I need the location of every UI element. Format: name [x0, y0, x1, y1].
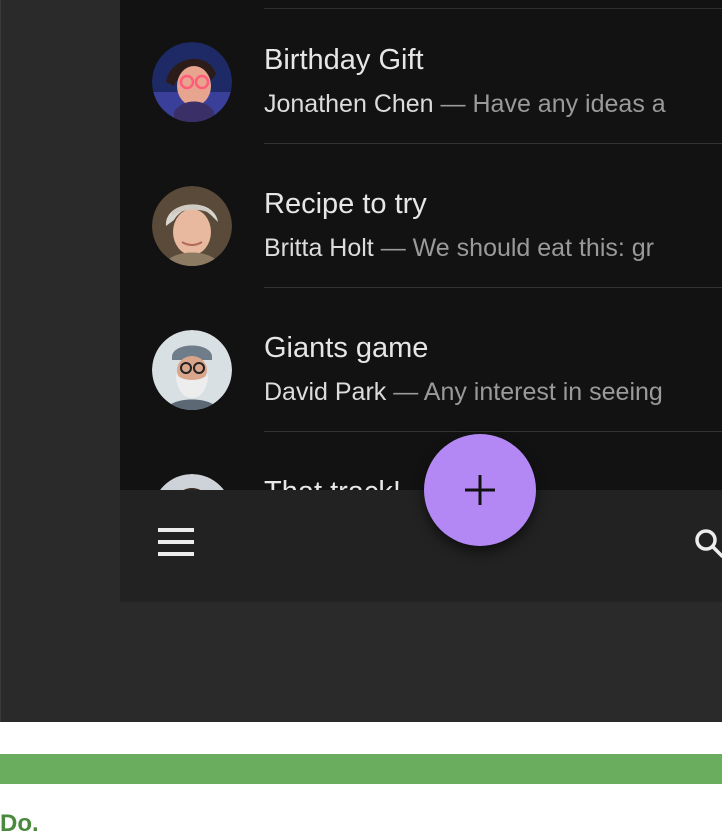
message-item[interactable]: Recipe to try Britta Holt — We should ea… — [120, 144, 722, 288]
message-list[interactable]: Birthday Gift Jonathen Chen — Have any i… — [120, 0, 722, 490]
avatar — [152, 42, 232, 122]
message-meta: Jonathen Chen — Have any ideas a — [264, 90, 666, 119]
plus-icon — [465, 475, 495, 505]
bottom-app-bar — [120, 490, 722, 602]
message-meta: Britta Holt — We should eat this: gr — [264, 234, 654, 263]
message-subject: Recipe to try — [264, 188, 427, 220]
message-sender: Jonathen Chen — [264, 90, 434, 118]
person-with-glasses-avatar — [152, 42, 232, 122]
compose-fab[interactable] — [424, 434, 536, 546]
search-icon[interactable] — [694, 528, 722, 558]
avatar — [152, 186, 232, 266]
message-sender: Britta Holt — [264, 234, 374, 262]
message-subject: Giants game — [264, 332, 429, 364]
example-frame: Birthday Gift Jonathen Chen — Have any i… — [0, 0, 722, 722]
woman-short-gray-hair-avatar — [152, 186, 232, 266]
guideline-status-bar — [0, 754, 722, 784]
message-preview: — We should eat this: gr — [380, 234, 654, 262]
person-partial-avatar — [160, 474, 224, 490]
avatar — [152, 474, 232, 490]
frame-edge — [0, 0, 1, 722]
bearded-man-cap-avatar — [152, 330, 232, 410]
message-subject: Birthday Gift — [264, 44, 424, 76]
message-sender: David Park — [264, 378, 387, 406]
message-item[interactable]: That track! — [120, 432, 722, 490]
avatar — [152, 330, 232, 410]
message-preview: — Any interest in seeing — [393, 378, 663, 406]
message-subject: That track! — [264, 476, 401, 490]
message-meta: David Park — Any interest in seeing — [264, 378, 663, 407]
message-item[interactable]: Birthday Gift Jonathen Chen — Have any i… — [120, 0, 722, 144]
message-item[interactable]: Giants game David Park — Any interest in… — [120, 288, 722, 432]
guideline-caption: Do. — [0, 810, 39, 837]
app-screen: Birthday Gift Jonathen Chen — Have any i… — [120, 0, 722, 602]
message-preview: — Have any ideas a — [440, 90, 666, 118]
menu-icon[interactable] — [158, 528, 194, 556]
